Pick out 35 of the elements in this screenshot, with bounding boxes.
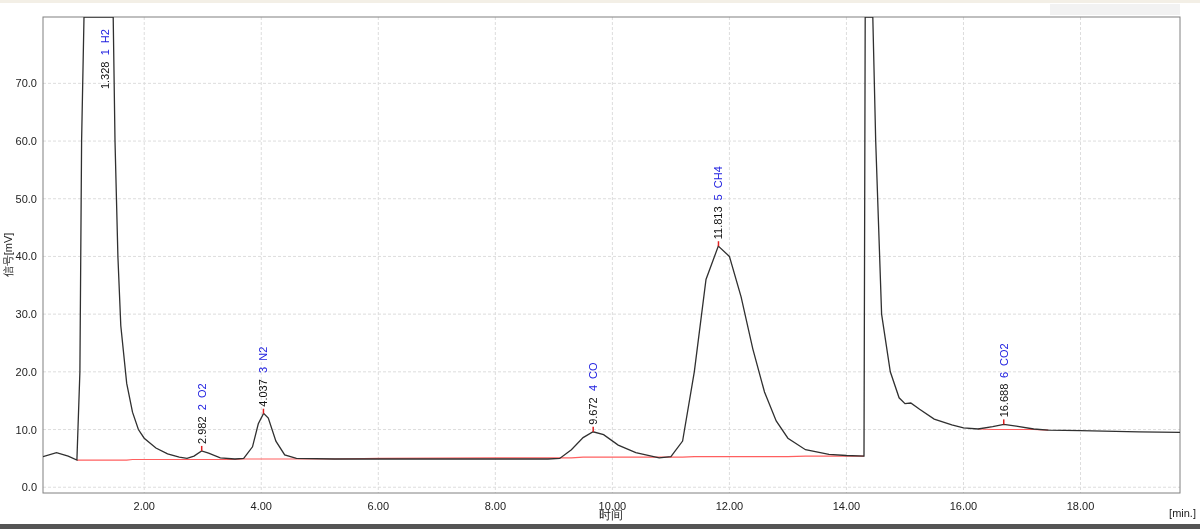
peak-name-label: 1 H2 — [98, 29, 111, 56]
peak-name-label: 5 CH4 — [712, 166, 725, 201]
peak-time-label: 4.037 — [257, 379, 270, 407]
peak-marker — [592, 426, 594, 433]
y-tick-label: 10.0 — [15, 423, 37, 436]
y-tick-label: 30.0 — [15, 308, 37, 321]
peak-time-label: 2.982 — [195, 416, 208, 444]
y-tick-label: 20.0 — [15, 365, 37, 378]
x-tick-label: 14.00 — [832, 500, 861, 512]
y-tick-label: 60.0 — [15, 135, 37, 148]
peak-time-label: 1.328 — [98, 61, 111, 90]
y-tick-label: 0.0 — [21, 481, 37, 494]
x-tick-label: 6.00 — [367, 500, 389, 512]
y-tick-label: 40.0 — [15, 250, 37, 263]
x-tick-label: 4.00 — [250, 500, 272, 512]
peak-time-label: 16.688 — [997, 383, 1010, 418]
peak-marker — [1003, 418, 1005, 426]
peak-name-label: 6 CO2 — [997, 343, 1010, 379]
y-axis-title: 信号[mV] — [2, 232, 14, 278]
peak-time-label: 11.813 — [712, 206, 725, 240]
x-tick-label: 2.00 — [133, 500, 155, 512]
peak-time-label: 9.672 — [587, 397, 600, 425]
x-tick-label: 8.00 — [484, 500, 507, 512]
x-tick-label: 16.00 — [949, 500, 978, 512]
peak-marker — [717, 240, 720, 247]
x-tick-label: 12.00 — [715, 500, 744, 512]
y-tick-label: 70.0 — [15, 77, 37, 90]
peak-name-label: 4 CO — [587, 362, 600, 392]
peak-name-label: 3 N2 — [257, 346, 270, 373]
y-tick-label: 50.0 — [15, 192, 37, 205]
x-tick-label: 18.00 — [1066, 500, 1095, 512]
peak-name-label: 2 O2 — [195, 383, 208, 411]
peak-marker — [262, 407, 265, 415]
x-unit-label: [min.] — [1169, 507, 1196, 519]
peak-marker — [200, 445, 203, 452]
